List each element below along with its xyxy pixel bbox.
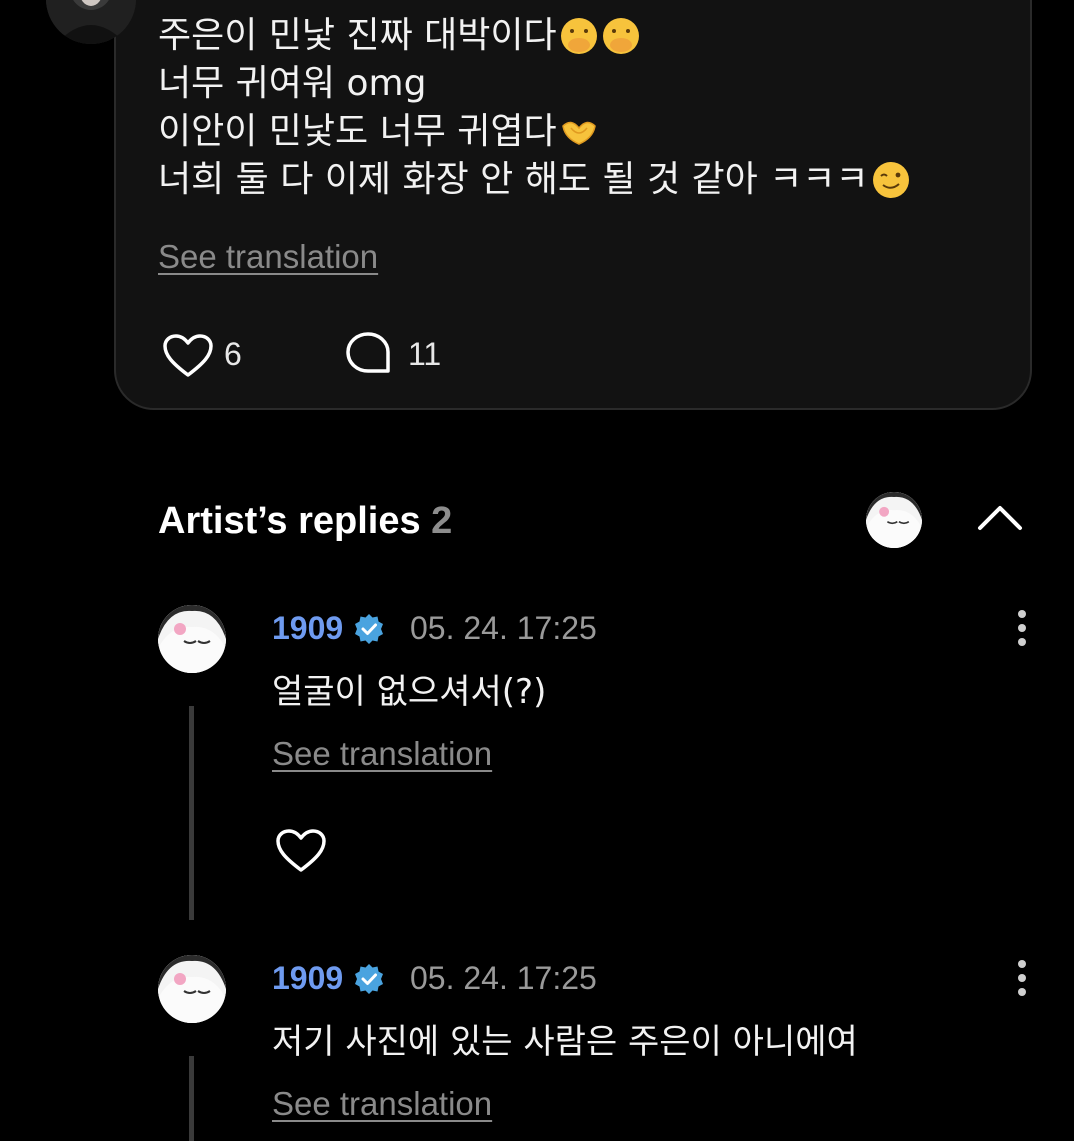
artist-avatar-icon[interactable] [866,492,922,548]
post-body: 주은이 민낯 진짜 대박이다 너무 귀여워 omg 이안이 민낯도 너무 귀엽다… [158,12,911,204]
post-line: 이안이 민낯도 너무 귀엽다 [158,108,911,156]
reply-like-heart-icon[interactable] [275,828,327,874]
post-line-text: 너희 둘 다 이제 화장 안 해도 될 것 같아 ㅋㅋㅋ [158,159,869,200]
reply-timestamp: 05. 24. 17:25 [410,960,597,996]
reply-text: 얼굴이 없으셔서(?) [272,672,547,712]
reply-timestamp: 05. 24. 17:25 [410,610,597,646]
comment-count: 11 [408,336,442,372]
thread-line [189,706,194,920]
reply-author-name[interactable]: 1909 [272,610,343,647]
comment-bubble-icon[interactable] [344,331,392,375]
winking-face-emoji-icon [872,162,909,198]
verified-badge-icon [355,614,383,644]
post-line-text: 너무 귀여워 omg [158,63,427,104]
reply-avatar[interactable] [158,605,226,673]
reply-author-name[interactable]: 1909 [272,960,343,997]
post-line-text: 이안이 민낯도 너무 귀엽다 [158,111,557,152]
artist-replies-count: 2 [431,500,453,542]
reply-text: 저기 사진에 있는 사람은 주은이 아니에여 [272,1022,858,1062]
post-line: 주은이 민낯 진짜 대박이다 [158,12,911,60]
heart-hands-emoji-icon [561,121,596,145]
thread-line [189,1056,194,1141]
post-line: 너무 귀여워 omg [158,60,911,108]
like-count: 6 [224,336,242,372]
more-options-icon[interactable] [1014,958,1030,998]
like-heart-icon[interactable] [162,333,214,379]
reply-avatar[interactable] [158,955,226,1023]
artist-replies-header: Artist’s replies 2 [158,500,452,543]
chevron-up-icon[interactable] [976,502,1024,532]
hand-over-mouth-emoji-icon [560,18,597,54]
see-translation-link[interactable]: See translation [158,238,378,276]
hand-over-mouth-emoji-icon [602,18,639,54]
verified-badge-icon [355,964,383,994]
post-line-text: 주은이 민낯 진짜 대박이다 [158,15,557,56]
post-line: 너희 둘 다 이제 화장 안 해도 될 것 같아 ㅋㅋㅋ [158,156,911,204]
see-translation-link[interactable]: See translation [272,735,492,773]
see-translation-link[interactable]: See translation [272,1085,492,1123]
more-options-icon[interactable] [1014,608,1030,648]
artist-replies-title: Artist’s replies [158,500,421,542]
